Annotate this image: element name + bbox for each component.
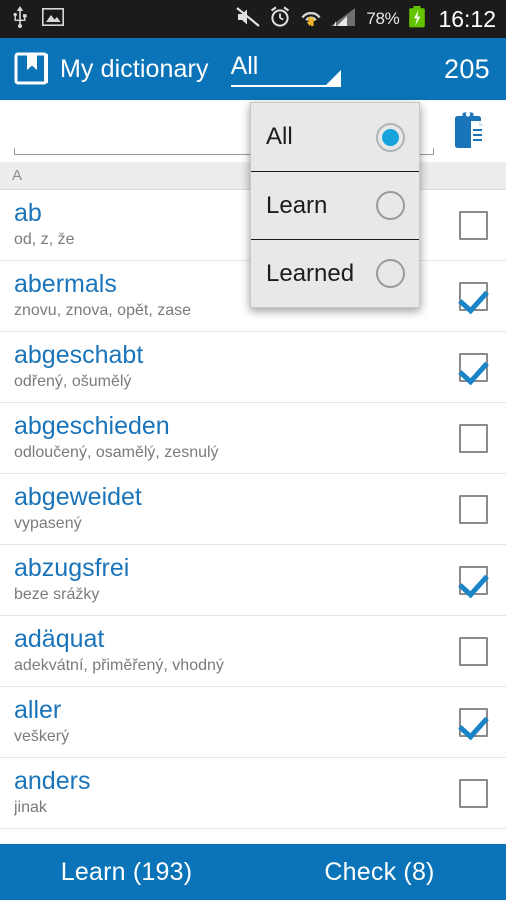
word-translation: odřený, ošumělý <box>14 373 132 390</box>
signal-icon <box>331 7 357 32</box>
word-checkbox[interactable] <box>444 267 502 325</box>
learn-button[interactable]: Learn (193) <box>0 844 253 900</box>
alarm-icon <box>269 5 291 33</box>
word-term: aller <box>14 696 62 724</box>
filter-dropdown-menu[interactable]: All Learn Learned <box>250 102 420 308</box>
word-checkbox[interactable] <box>444 409 502 467</box>
spinner-caret-icon <box>325 70 341 85</box>
checkbox-checked-icon[interactable] <box>458 707 488 737</box>
word-list-item[interactable]: abzugsfrei beze srážky <box>0 545 506 616</box>
word-entry-texts: anders jinak <box>14 767 444 819</box>
filter-option-learn[interactable]: Learn <box>251 171 419 239</box>
filter-spinner-value: All <box>230 52 259 80</box>
word-count-label: 205 <box>444 53 490 84</box>
word-entry-texts: abgeschabt odřený, ošumělý <box>14 341 444 393</box>
word-translation: beze srážky <box>14 586 100 603</box>
status-bar: 78% 16:12 <box>0 0 506 38</box>
filter-spinner[interactable]: All <box>230 47 353 91</box>
checkbox-unchecked-icon[interactable] <box>458 778 488 808</box>
word-translation: odloučený, osamělý, zesnulý <box>14 444 219 461</box>
battery-percent-label: 78% <box>366 9 400 28</box>
checkbox-unchecked-icon[interactable] <box>458 210 488 240</box>
dictionary-book-icon <box>14 51 50 87</box>
app-bar: My dictionary All 205 <box>0 38 506 100</box>
word-list-item[interactable]: abgeschieden odloučený, osamělý, zesnulý <box>0 403 506 474</box>
word-list-item[interactable]: aller veškerý <box>0 687 506 758</box>
status-bar-left-icons <box>12 5 64 33</box>
filter-option-all[interactable]: All <box>251 103 419 171</box>
word-term: anders <box>14 767 91 795</box>
checkbox-checked-icon[interactable] <box>458 565 488 595</box>
word-list-item[interactable]: adäquat adekvátní, přiměřený, vhodný <box>0 616 506 687</box>
word-entry-texts: abzugsfrei beze srážky <box>14 554 444 606</box>
status-bar-right-icons: 78% 16:12 <box>236 5 496 33</box>
word-entry-texts: adäquat adekvátní, přiměřený, vhodný <box>14 625 444 677</box>
word-list-item[interactable]: anders jinak <box>0 758 506 829</box>
word-translation: vypasený <box>14 515 82 532</box>
clipboard-paste-icon[interactable] <box>442 103 498 159</box>
spinner-underline <box>230 85 341 87</box>
checkbox-unchecked-icon[interactable] <box>458 636 488 666</box>
checkbox-checked-icon[interactable] <box>458 352 488 382</box>
checkbox-unchecked-icon[interactable] <box>458 423 488 453</box>
radio-unselected-icon[interactable] <box>376 191 405 220</box>
word-term: adäquat <box>14 625 105 653</box>
checkbox-checked-icon[interactable] <box>458 281 488 311</box>
word-entry-texts: aller veškerý <box>14 696 444 748</box>
word-list-item[interactable]: abgeschabt odřený, ošumělý <box>0 332 506 403</box>
filter-option-label: Learn <box>266 191 328 219</box>
word-translation: veškerý <box>14 728 70 745</box>
word-term: abgeschabt <box>14 341 144 369</box>
radio-selected-icon[interactable] <box>376 122 405 152</box>
app-root: 78% 16:12 My dictionary All 205 A ab od,… <box>0 0 506 900</box>
word-checkbox[interactable] <box>444 480 502 538</box>
word-list-item[interactable]: abgeweidet vypasený <box>0 474 506 545</box>
word-checkbox[interactable] <box>444 196 502 254</box>
wifi-transfer-icon <box>300 7 322 32</box>
word-entry-texts: abgeweidet vypasený <box>14 483 444 535</box>
word-checkbox[interactable] <box>444 764 502 822</box>
check-button[interactable]: Check (8) <box>253 844 506 900</box>
word-translation: adekvátní, přiměřený, vhodný <box>14 657 224 674</box>
battery-charging-icon <box>408 5 426 33</box>
word-checkbox[interactable] <box>444 693 502 751</box>
page-title: My dictionary <box>60 54 209 83</box>
bottom-action-bar: Learn (193) Check (8) <box>0 844 506 900</box>
image-icon <box>42 7 64 31</box>
word-term: abzugsfrei <box>14 554 130 582</box>
radio-unselected-icon[interactable] <box>376 259 405 288</box>
section-header-label: A <box>12 167 23 184</box>
word-checkbox[interactable] <box>444 551 502 609</box>
word-checkbox[interactable] <box>444 338 502 396</box>
word-entry-texts: abgeschieden odloučený, osamělý, zesnulý <box>14 412 444 464</box>
filter-option-label: Learned <box>266 259 355 287</box>
word-term: abgeweidet <box>14 483 142 511</box>
filter-option-learned[interactable]: Learned <box>251 239 419 307</box>
filter-option-label: All <box>266 123 293 150</box>
mute-icon <box>236 6 261 32</box>
checkbox-unchecked-icon[interactable] <box>458 494 488 524</box>
word-checkbox[interactable] <box>444 622 502 680</box>
clock-label: 16:12 <box>438 5 496 32</box>
word-translation: jinak <box>14 799 47 816</box>
usb-icon <box>12 5 28 33</box>
word-term: abgeschieden <box>14 412 170 440</box>
